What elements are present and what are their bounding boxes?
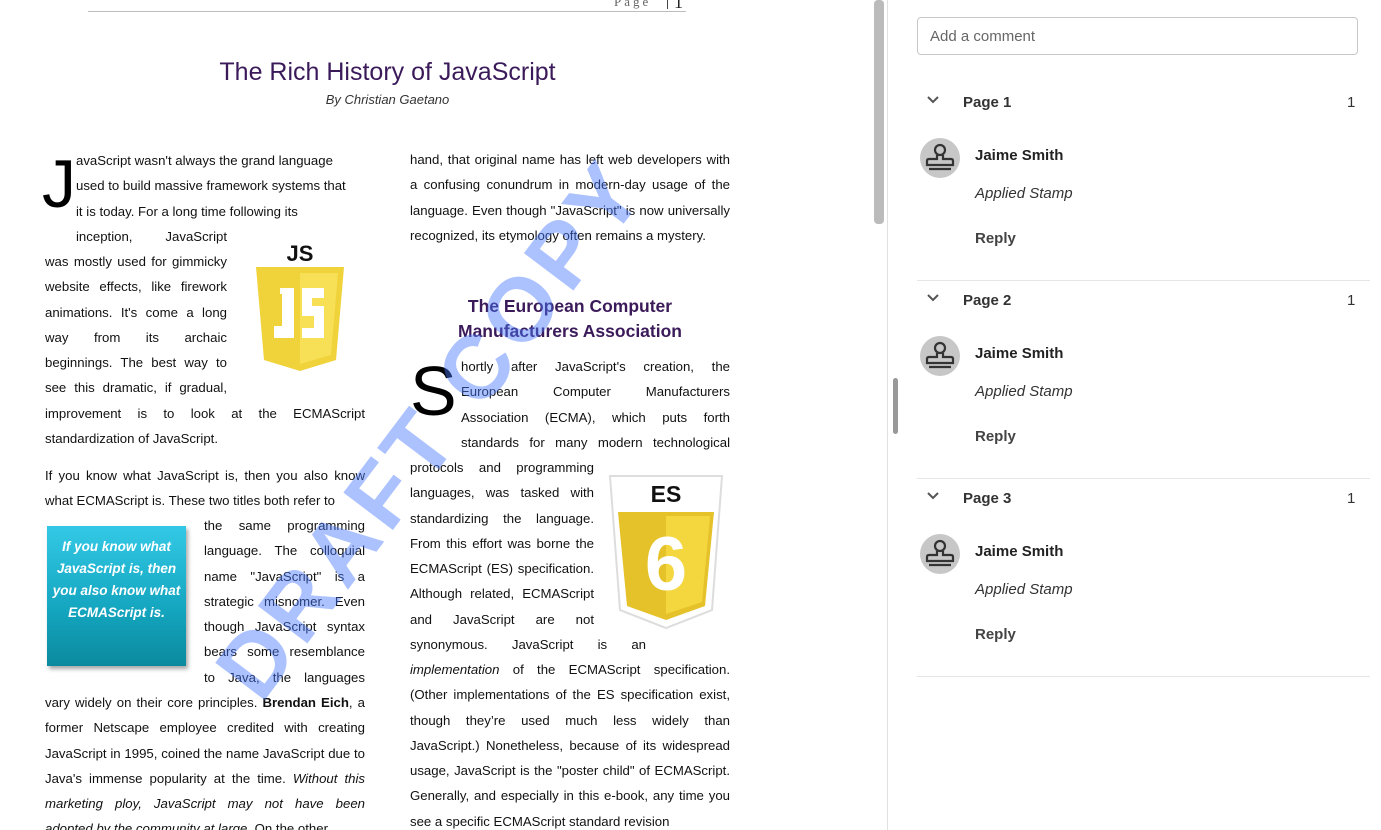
text-line: strategic misnomer. Even: [204, 593, 365, 609]
avatar: [920, 534, 960, 574]
text-line: hortly after JavaScript's creation, the: [461, 359, 730, 374]
header-page-label: Page: [614, 0, 652, 9]
divider: [917, 280, 1370, 281]
text-line: inception, JavaScript: [76, 228, 227, 244]
js-logo-icon: JS: [256, 241, 344, 371]
header-separator: [667, 0, 668, 9]
text-line: the same programming: [204, 518, 365, 533]
header-rule: [88, 11, 686, 12]
comment-text: Applied Stamp: [975, 383, 1073, 400]
col2-para-rest: implementation of the ECMAScript specifi…: [410, 657, 730, 830]
comment-author: Jaime Smith: [975, 543, 1064, 560]
dropcap-s: S: [410, 352, 457, 430]
text-line: Although related, ECMAScript: [410, 586, 594, 602]
col1-wrap2: the same programming language. The collo…: [204, 513, 365, 690]
es-badge-number: 6: [645, 522, 687, 607]
comment-group-page-3: Page 3 1 Jaime Smith Applied Stamp Reply: [917, 490, 1370, 677]
text-line: From this effort was borne the: [410, 535, 594, 551]
text-line: ECMAScript (ES) specification.: [410, 561, 594, 577]
document-byline: By Christian Gaetano: [325, 92, 450, 107]
panel-resize-handle[interactable]: [893, 378, 898, 434]
text-line: used to build massive framework systems …: [76, 178, 346, 194]
document-scrollbar[interactable]: [874, 0, 884, 224]
group-header[interactable]: Page 1 1: [917, 94, 1370, 118]
text-line: website effects, like firework: [45, 279, 227, 295]
reply-button[interactable]: Reply: [975, 626, 1016, 643]
col2-wrap: protocols and programming languages, was…: [410, 455, 646, 657]
comment-count: 1: [1347, 94, 1356, 111]
text-line: protocols and programming: [410, 460, 594, 475]
text-run: of the ECMAScript specification. (Other …: [410, 662, 730, 829]
avatar: [920, 336, 960, 376]
text-line: to Java, the languages: [204, 669, 365, 685]
text-line: bears some resemblance: [204, 644, 365, 660]
text-line: synonymous. JavaScript is an: [410, 637, 646, 653]
comment-count: 1: [1347, 490, 1356, 507]
col1-wrap: was mostly used for gimmicky website eff…: [45, 249, 227, 401]
comment-count: 1: [1347, 292, 1356, 309]
dropcap-j: J: [42, 146, 76, 222]
add-comment-input[interactable]: [917, 17, 1358, 55]
text-line: standardizing the language.: [410, 510, 594, 526]
stamp-icon: [925, 539, 955, 567]
text-line: animations. It's come a long: [45, 304, 227, 320]
comment-group-page-1: Page 1 1 Jaime Smith Applied Stamp Reply: [917, 94, 1370, 281]
text-line: standards for many modern technological: [461, 434, 730, 450]
stamp-icon: [925, 341, 955, 369]
avatar: [920, 138, 960, 178]
text-line: was mostly used for gimmicky: [45, 254, 227, 269]
document-scroll-area: [776, 0, 888, 830]
text-line: language. The colloquial: [204, 543, 365, 559]
pull-quote: If you know what JavaScript is, then you…: [47, 526, 186, 666]
chevron-down-icon[interactable]: [926, 491, 940, 501]
chevron-down-icon[interactable]: [926, 95, 940, 105]
group-header[interactable]: Page 3 1: [917, 490, 1370, 514]
text-run: vary widely on their core principles.: [45, 695, 263, 710]
header-page-number: 1: [674, 0, 683, 12]
group-header[interactable]: Page 2 1: [917, 292, 1370, 316]
text-line: though JavaScript syntax: [204, 619, 365, 635]
comment-author: Jaime Smith: [975, 147, 1064, 164]
stamp-icon: [925, 143, 955, 171]
section-heading: The European Computer Manufacturers Asso…: [458, 296, 682, 341]
es6-logo-icon: ES 6: [608, 475, 724, 630]
reply-button[interactable]: Reply: [975, 428, 1016, 445]
text-line: Association (ECMA), which puts forth: [461, 409, 730, 425]
comment-text: Applied Stamp: [975, 185, 1073, 202]
text-line: see this dramatic, if gradual,: [45, 380, 227, 396]
text-line: and JavaScript are not: [410, 611, 594, 627]
comment-group-page-2: Page 2 1 Jaime Smith Applied Stamp Reply: [917, 292, 1370, 479]
col2-para1: hand, that original name has left web de…: [410, 152, 730, 243]
italic-run: implementation: [410, 662, 500, 677]
text-run: On the other: [251, 821, 328, 830]
text-line: languages, was tasked with: [410, 485, 594, 501]
text-line: way from its archaic: [45, 329, 227, 345]
col1-intro: avaScript wasn't always the grand langua…: [76, 148, 365, 249]
text-line: European Computer Manufacturers: [461, 384, 730, 400]
divider: [917, 478, 1370, 479]
js-badge-label: JS: [287, 241, 314, 266]
col1-para1-end: improvement is to look at the ECMAScript…: [45, 406, 365, 447]
text-line: beginnings. The best way to: [45, 355, 227, 371]
document-title: The Rich History of JavaScript: [219, 58, 556, 86]
col1-para2-rest: vary widely on their core principles. Br…: [45, 690, 365, 830]
chevron-down-icon[interactable]: [926, 293, 940, 303]
comment-author: Jaime Smith: [975, 345, 1064, 362]
bold-run: Brendan Eich: [262, 695, 349, 710]
text-line: avaScript wasn't always the grand langua…: [76, 153, 333, 168]
comment-text: Applied Stamp: [975, 581, 1073, 598]
col2-intro: hortly after JavaScript's creation, the …: [461, 354, 730, 455]
es-badge-label: ES: [651, 481, 682, 507]
col1-para2-start: If you know what JavaScript is, then you…: [45, 468, 365, 509]
page-label: Page 1: [963, 94, 1012, 111]
page-label: Page 2: [963, 292, 1012, 309]
divider: [917, 676, 1370, 677]
page-label: Page 3: [963, 490, 1012, 507]
text-line: name "JavaScript" is a: [204, 568, 365, 584]
document-page: Page 1 The Rich History of JavaScript By…: [0, 0, 775, 830]
text-line: it is today. For a long time following i…: [76, 203, 298, 219]
reply-button[interactable]: Reply: [975, 230, 1016, 247]
